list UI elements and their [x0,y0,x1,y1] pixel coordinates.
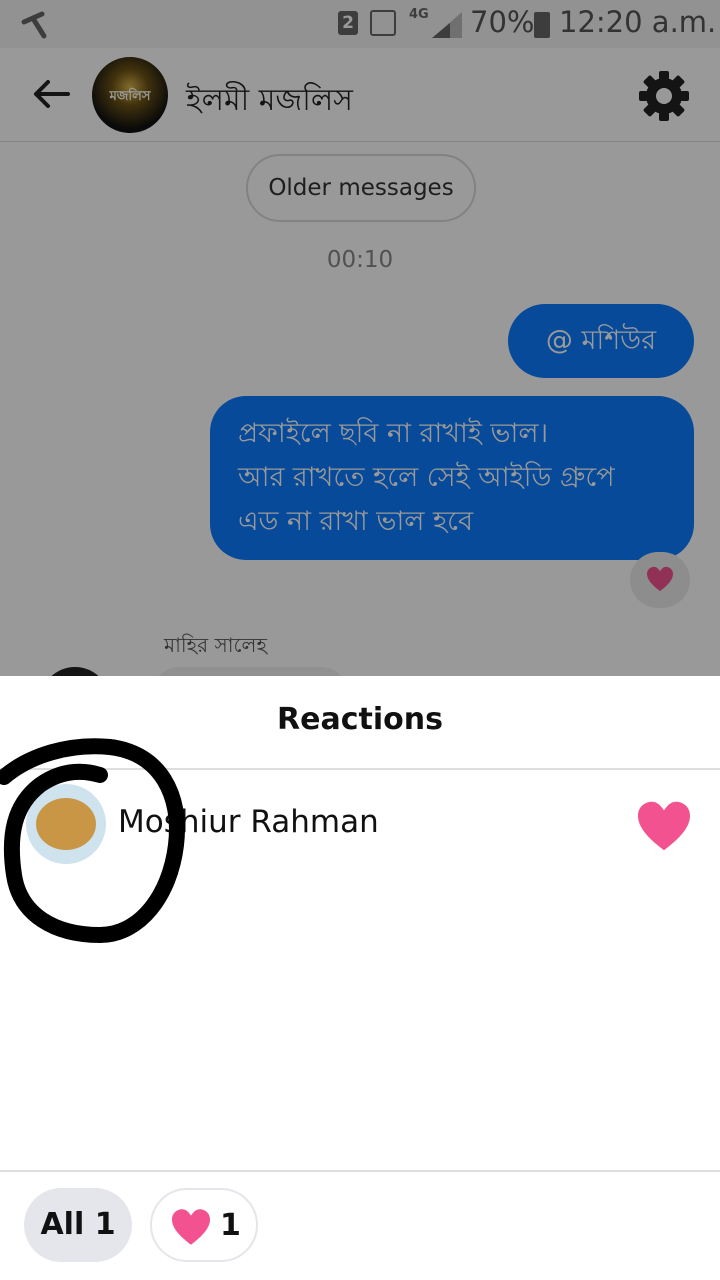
tab-count: 1 [94,1207,116,1242]
reactor-name[interactable]: Moshiur Rahman [118,804,379,840]
reactions-sheet: Reactions Moshiur Rahman All 1 1 [0,676,720,1280]
divider [0,768,720,770]
sheet-title: Reactions [277,702,443,737]
calligraphy-emblem-icon [36,798,96,850]
heart-icon [638,801,690,851]
tab-heart-reactions[interactable]: 1 [150,1188,258,1262]
tab-count: 1 [220,1208,241,1243]
avatar[interactable] [26,784,106,864]
tab-label: All [40,1207,85,1242]
modal-overlay[interactable] [0,0,720,676]
heart-icon [172,1209,210,1245]
tab-all-reactions[interactable]: All 1 [24,1188,132,1262]
divider [0,1170,720,1172]
